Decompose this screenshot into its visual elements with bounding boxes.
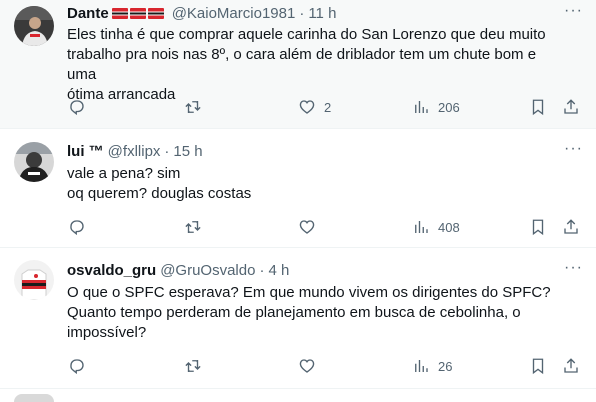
bookmark-icon	[532, 358, 544, 375]
like-button[interactable]: 2	[298, 96, 331, 118]
avatar[interactable]	[14, 142, 54, 182]
tweet-text: O que o SPFC esperava? Em que mundo vive…	[67, 283, 566, 343]
tweet-header: lui ™ @fxllipx · 15 h	[67, 141, 556, 161]
spfc-flag-icon	[129, 7, 146, 19]
views-button[interactable]: 26	[412, 355, 452, 377]
tweet-text-line: Quanto tempo perderam de planejamento em…	[67, 304, 521, 321]
tweet[interactable]: osvaldo_gru @GruOsvaldo · 4 h ··· O que …	[0, 248, 596, 389]
tweet-header: osvaldo_gru @GruOsvaldo · 4 h	[67, 260, 556, 280]
retweet-button[interactable]	[184, 355, 202, 377]
spfc-flag-icon	[111, 7, 128, 19]
tweet-text-line: impossível?	[67, 324, 147, 341]
flag-emojis	[111, 7, 164, 19]
share-icon	[564, 99, 578, 114]
more-dots-icon[interactable]: ···	[564, 3, 582, 23]
tweet[interactable]: Dante @KaioMarcio1981 · 11 h ··· Eles ti…	[0, 0, 596, 129]
tweet-text-line: Eles tinha é que comprar aquele carinha …	[67, 26, 546, 43]
tweet-text: vale a pena? sim oq querem? douglas cost…	[67, 164, 566, 204]
views-bar-chart-icon	[415, 101, 428, 113]
like-button[interactable]	[298, 355, 316, 377]
avatar[interactable]	[14, 260, 54, 300]
share-icon	[564, 219, 578, 234]
retweet-icon	[185, 101, 201, 113]
views-button[interactable]: 206	[412, 96, 460, 118]
separator-dot: ·	[299, 4, 305, 22]
spfc-flag-icon	[147, 7, 164, 19]
heart-icon	[299, 220, 315, 234]
view-count: 408	[438, 219, 460, 235]
display-name[interactable]: lui ™	[67, 143, 104, 160]
bookmark-button[interactable]	[529, 96, 547, 118]
action-bar: 26	[60, 355, 586, 377]
view-count: 206	[438, 99, 460, 115]
views-button[interactable]: 408	[412, 216, 460, 238]
more-dots-icon[interactable]: ···	[564, 260, 582, 280]
avatar[interactable]	[14, 6, 54, 46]
reply-icon	[70, 220, 84, 236]
reply-button[interactable]	[68, 355, 86, 377]
display-name[interactable]: osvaldo_gru	[67, 262, 156, 279]
bookmark-icon	[532, 219, 544, 236]
display-name[interactable]: Dante	[67, 5, 109, 22]
action-bar: 2 206	[60, 96, 586, 118]
tweet[interactable]: lui ™ @fxllipx · 15 h ··· vale a pena? s…	[0, 129, 596, 248]
username-handle[interactable]: @fxllipx	[108, 143, 161, 160]
bookmark-button[interactable]	[529, 355, 547, 377]
bookmark-button[interactable]	[529, 216, 547, 238]
username-handle[interactable]: @GruOsvaldo	[160, 262, 255, 279]
reply-icon	[70, 100, 84, 116]
share-button[interactable]	[562, 216, 580, 238]
share-button[interactable]	[562, 96, 580, 118]
username-handle[interactable]: @KaioMarcio1981	[172, 5, 296, 22]
share-button[interactable]	[562, 355, 580, 377]
more-dots-icon[interactable]: ···	[564, 141, 582, 161]
views-bar-chart-icon	[415, 221, 428, 233]
tweet-text-line: O que o SPFC esperava? Em que mundo vive…	[67, 284, 551, 301]
view-count: 26	[438, 358, 453, 374]
like-count: 2	[324, 99, 332, 115]
timestamp[interactable]: 15 h	[173, 143, 202, 160]
retweet-icon	[185, 221, 201, 233]
tweet-text-line: trabalho pra nois nas 8º, o cara além de…	[67, 46, 537, 83]
retweet-icon	[185, 360, 201, 372]
tweet-text: Eles tinha é que comprar aquele carinha …	[67, 25, 566, 105]
timestamp[interactable]: 11 h	[308, 5, 336, 22]
heart-icon	[299, 359, 315, 373]
tweet-text-line: oq querem? douglas costas	[67, 185, 252, 202]
bookmark-icon	[532, 99, 544, 116]
heart-icon	[299, 100, 315, 114]
reply-button[interactable]	[68, 96, 86, 118]
timestamp[interactable]: 4 h	[268, 262, 289, 279]
tweet-text-line: vale a pena? sim	[67, 165, 181, 182]
tweet-header: Dante @KaioMarcio1981 · 11 h	[67, 3, 556, 23]
retweet-button[interactable]	[184, 96, 202, 118]
like-button[interactable]	[298, 216, 316, 238]
action-bar: 408	[60, 216, 586, 238]
separator-dot: ·	[164, 142, 170, 160]
reply-button[interactable]	[68, 216, 86, 238]
views-bar-chart-icon	[415, 360, 428, 372]
separator-dot: ·	[259, 261, 265, 279]
retweet-button[interactable]	[184, 216, 202, 238]
reply-icon	[70, 359, 84, 375]
share-icon	[564, 358, 578, 373]
avatar[interactable]	[14, 394, 54, 402]
